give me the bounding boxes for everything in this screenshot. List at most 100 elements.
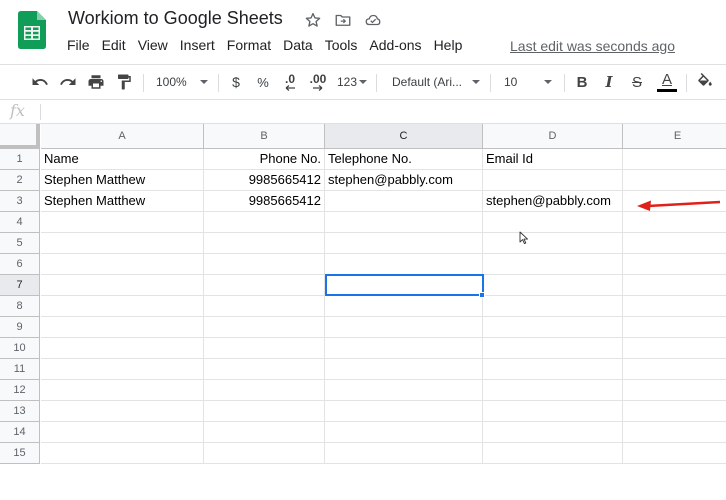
cell-a11[interactable] <box>41 359 204 380</box>
cell-d7[interactable] <box>483 275 623 296</box>
cell-a5[interactable] <box>41 233 204 254</box>
cell-c4[interactable] <box>325 212 483 233</box>
cloud-saved-icon[interactable] <box>364 11 382 29</box>
menu-add-ons[interactable]: Add-ons <box>369 37 421 53</box>
italic-button[interactable]: I <box>599 65 619 99</box>
row-header-5[interactable]: 5 <box>0 233 40 254</box>
row-header-10[interactable]: 10 <box>0 338 40 359</box>
menu-format[interactable]: Format <box>227 37 271 53</box>
currency-format-button[interactable]: $ <box>226 65 246 99</box>
cell-a2[interactable]: Stephen Matthew <box>41 170 204 191</box>
fill-color-button[interactable] <box>694 65 716 99</box>
cell-b14[interactable] <box>204 422 325 443</box>
last-edit-link[interactable]: Last edit was seconds ago <box>510 38 675 54</box>
cell-a10[interactable] <box>41 338 204 359</box>
cell-c8[interactable] <box>325 296 483 317</box>
cell-a9[interactable] <box>41 317 204 338</box>
cell-e6[interactable] <box>623 254 726 275</box>
more-formats-button[interactable]: 123 <box>335 65 369 99</box>
cell-d5[interactable] <box>483 233 623 254</box>
paint-format-button[interactable] <box>113 65 135 99</box>
undo-button[interactable] <box>29 65 51 99</box>
cell-e9[interactable] <box>623 317 726 338</box>
cell-a8[interactable] <box>41 296 204 317</box>
cell-a15[interactable] <box>41 443 204 464</box>
cell-b11[interactable] <box>204 359 325 380</box>
column-header-d[interactable]: D <box>483 124 623 149</box>
row-header-14[interactable]: 14 <box>0 422 40 443</box>
row-header-8[interactable]: 8 <box>0 296 40 317</box>
cell-b13[interactable] <box>204 401 325 422</box>
cell-b1[interactable]: Phone No. <box>204 149 325 170</box>
cell-b4[interactable] <box>204 212 325 233</box>
font-size-select[interactable]: 10 <box>500 65 556 99</box>
cell-a1[interactable]: Name <box>41 149 204 170</box>
cell-e11[interactable] <box>623 359 726 380</box>
cell-c5[interactable] <box>325 233 483 254</box>
row-header-2[interactable]: 2 <box>0 170 40 191</box>
cell-d10[interactable] <box>483 338 623 359</box>
cell-a4[interactable] <box>41 212 204 233</box>
column-header-b[interactable]: B <box>204 124 325 149</box>
cell-c3[interactable] <box>325 191 483 212</box>
row-header-9[interactable]: 9 <box>0 317 40 338</box>
cell-c11[interactable] <box>325 359 483 380</box>
font-family-select[interactable]: Default (Ari... <box>388 65 484 99</box>
cell-c10[interactable] <box>325 338 483 359</box>
menu-view[interactable]: View <box>138 37 168 53</box>
star-icon[interactable] <box>304 11 322 29</box>
document-title[interactable]: Workiom to Google Sheets <box>68 8 283 29</box>
cell-e14[interactable] <box>623 422 726 443</box>
move-to-folder-icon[interactable] <box>334 11 352 29</box>
cell-e4[interactable] <box>623 212 726 233</box>
cell-a6[interactable] <box>41 254 204 275</box>
cell-d11[interactable] <box>483 359 623 380</box>
row-header-13[interactable]: 13 <box>0 401 40 422</box>
cell-a7[interactable] <box>41 275 204 296</box>
cell-b6[interactable] <box>204 254 325 275</box>
cell-c9[interactable] <box>325 317 483 338</box>
zoom-select[interactable]: 100% <box>152 65 212 99</box>
percent-format-button[interactable]: % <box>253 65 273 99</box>
redo-button[interactable] <box>57 65 79 99</box>
cell-b15[interactable] <box>204 443 325 464</box>
row-header-11[interactable]: 11 <box>0 359 40 380</box>
print-button[interactable] <box>85 65 107 99</box>
cell-d6[interactable] <box>483 254 623 275</box>
cell-e10[interactable] <box>623 338 726 359</box>
cell-d4[interactable] <box>483 212 623 233</box>
cell-d9[interactable] <box>483 317 623 338</box>
row-header-4[interactable]: 4 <box>0 212 40 233</box>
row-header-7[interactable]: 7 <box>0 275 40 296</box>
menu-file[interactable]: File <box>67 37 90 53</box>
menu-tools[interactable]: Tools <box>325 37 358 53</box>
cell-c13[interactable] <box>325 401 483 422</box>
column-header-e[interactable]: E <box>623 124 726 149</box>
cell-e7[interactable] <box>623 275 726 296</box>
formula-input[interactable] <box>44 102 714 122</box>
cell-b12[interactable] <box>204 380 325 401</box>
cell-b3[interactable]: 9985665412 <box>204 191 325 212</box>
cell-c7[interactable] <box>325 275 483 296</box>
cell-b2[interactable]: 9985665412 <box>204 170 325 191</box>
fill-handle[interactable] <box>479 292 485 298</box>
cell-e2[interactable] <box>623 170 726 191</box>
cell-b10[interactable] <box>204 338 325 359</box>
cell-d8[interactable] <box>483 296 623 317</box>
cell-a12[interactable] <box>41 380 204 401</box>
cell-e5[interactable] <box>623 233 726 254</box>
cell-e12[interactable] <box>623 380 726 401</box>
cell-b5[interactable] <box>204 233 325 254</box>
cell-e13[interactable] <box>623 401 726 422</box>
row-header-12[interactable]: 12 <box>0 380 40 401</box>
cell-a13[interactable] <box>41 401 204 422</box>
cell-c15[interactable] <box>325 443 483 464</box>
row-header-15[interactable]: 15 <box>0 443 40 464</box>
select-all-corner[interactable] <box>0 124 40 149</box>
row-header-1[interactable]: 1 <box>0 149 40 170</box>
cell-d12[interactable] <box>483 380 623 401</box>
column-header-c[interactable]: C <box>325 124 483 149</box>
cell-c14[interactable] <box>325 422 483 443</box>
sheets-logo-icon[interactable] <box>18 11 46 49</box>
cell-b8[interactable] <box>204 296 325 317</box>
